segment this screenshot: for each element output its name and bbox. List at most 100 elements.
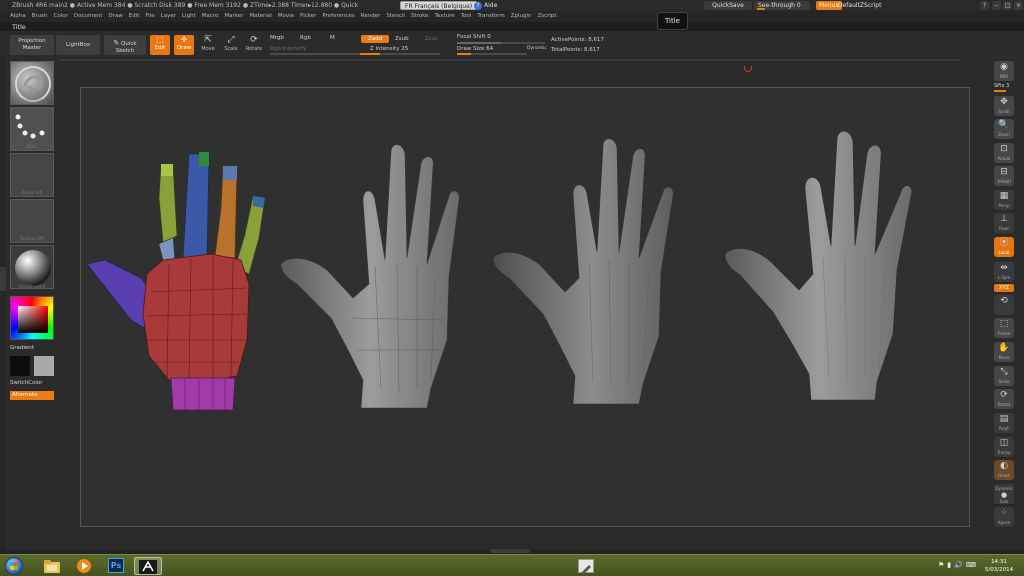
left-tray-scroll-knob[interactable] <box>0 267 6 291</box>
close-button[interactable]: × <box>1014 1 1023 10</box>
minimize-button[interactable]: – <box>992 1 1001 10</box>
menu-edit[interactable]: Edit <box>129 11 140 22</box>
canvas[interactable] <box>80 87 970 527</box>
lightbox-button[interactable]: LightBox <box>56 35 100 55</box>
menu-stencil[interactable]: Stencil <box>386 11 405 22</box>
menu-draw[interactable]: Draw <box>108 11 122 22</box>
volume-icon[interactable]: 🔊 <box>954 561 966 569</box>
maximize-button[interactable]: □ <box>1003 1 1012 10</box>
zcut-button[interactable]: Zcut <box>425 36 437 42</box>
menu-stroke[interactable]: Stroke <box>411 11 429 22</box>
edit-button[interactable]: ⬚ Edit <box>150 35 170 55</box>
dynamic-toggle[interactable]: Dynamic <box>527 46 547 51</box>
projection-master-button[interactable]: Projection Master <box>10 35 54 55</box>
z-intensity-track[interactable] <box>360 53 440 55</box>
frame-button[interactable]: ⬚ Frame <box>994 318 1014 338</box>
z-intensity-slider[interactable]: Z Intensity 25 <box>370 46 408 52</box>
menu-picker[interactable]: Picker <box>300 11 316 22</box>
menu-render[interactable]: Render <box>361 11 381 22</box>
draw-size-slider[interactable]: Draw Size 64 <box>457 46 493 52</box>
system-tray-icons[interactable]: ⚑▮🔊⌨ <box>938 561 979 569</box>
help-small-button[interactable]: ? <box>980 1 989 10</box>
floor-button[interactable]: ⊥ Floor <box>994 213 1014 233</box>
rotate-axis-button[interactable]: ⟲ <box>994 295 1014 315</box>
taskbar-photoshop[interactable]: Ps <box>102 557 130 575</box>
zadd-button[interactable]: Zadd <box>361 35 389 43</box>
switch-color-button[interactable]: SwitchColor <box>10 380 43 386</box>
actual-button[interactable]: ⊡ Actual <box>994 143 1014 163</box>
bpr-button[interactable]: ◉ BPR <box>994 61 1014 81</box>
menu-brush[interactable]: Brush <box>32 11 48 22</box>
lsym-button[interactable]: ⇹ L.Sym <box>994 262 1014 282</box>
taskbar-media-player[interactable] <box>70 557 98 575</box>
zsub-button[interactable]: Zsub <box>395 36 409 42</box>
draw-button[interactable]: ✛ Draw <box>174 35 194 55</box>
menu-transform[interactable]: Transform <box>477 11 504 22</box>
spix-slider[interactable]: SPix 3 <box>994 83 1018 92</box>
rgb-button[interactable]: Rgb <box>300 35 311 41</box>
color-picker-square[interactable] <box>18 306 48 333</box>
ghost-button[interactable]: ◐ Ghost <box>994 460 1014 480</box>
see-through-slider[interactable]: See-through 0 <box>754 1 810 10</box>
m-button[interactable]: M <box>330 35 335 41</box>
menu-file[interactable]: File <box>145 11 154 22</box>
quicksave-button[interactable]: QuickSave <box>704 1 752 10</box>
quick-sketch-button[interactable]: ✎ Quick Sketch <box>104 35 146 55</box>
menu-macro[interactable]: Macro <box>202 11 219 22</box>
scale-button[interactable]: ⤢ Scale <box>220 34 242 56</box>
rgb-intensity-track[interactable] <box>270 53 360 55</box>
menu-marker[interactable]: Marker <box>224 11 243 22</box>
xyz-button[interactable]: XYZ <box>994 284 1014 292</box>
menu-layer[interactable]: Layer <box>161 11 176 22</box>
local-button[interactable]: ⦿ Local <box>994 237 1014 257</box>
menu-movie[interactable]: Movie <box>278 11 294 22</box>
aahalf-button[interactable]: ⊟ AAHalf <box>994 166 1014 186</box>
menu-preferences[interactable]: Preferences <box>322 11 354 22</box>
persp-button[interactable]: ▦ Persp <box>994 190 1014 210</box>
secondary-color-swatch[interactable] <box>34 356 54 376</box>
draw-size-track[interactable] <box>457 53 527 55</box>
clock[interactable]: 14:31 5/03/2014 <box>980 558 1018 574</box>
zoom-button[interactable]: 🔍 Zoom <box>994 119 1014 139</box>
rotate-button[interactable]: ⟳ Rotate <box>243 34 265 56</box>
focal-shift-slider[interactable]: Focal Shift 0 <box>457 34 491 40</box>
polyf-button[interactable]: ▤ PolyF <box>994 413 1014 433</box>
pen-input-icon[interactable] <box>578 559 594 575</box>
rgb-intensity-slider[interactable]: Rgb Intensity <box>270 46 307 52</box>
mrgb-button[interactable]: Mrgb <box>270 35 284 41</box>
language-indicator[interactable]: FR Français (Belgique) <box>400 1 478 10</box>
taskbar-zbrush[interactable] <box>134 557 162 575</box>
gradient-toggle[interactable]: Gradient <box>10 345 34 351</box>
flag-icon[interactable]: ⚑ <box>938 561 947 569</box>
menu-zscript[interactable]: Zscript <box>537 11 556 22</box>
default-zscript-button[interactable]: DefaultZScript <box>838 1 881 10</box>
canvas-top-scrollbar[interactable] <box>60 59 960 61</box>
material-thumbnail[interactable] <box>10 245 54 289</box>
alternate-button[interactable]: Alternate <box>10 391 54 400</box>
taskbar-explorer[interactable] <box>38 557 66 575</box>
move-view-button[interactable]: ✋ Move <box>994 342 1014 362</box>
bottom-tray-handle[interactable] <box>490 549 530 553</box>
menu-tool[interactable]: Tool <box>461 11 472 22</box>
menu-color[interactable]: Color <box>54 11 68 22</box>
solo-button[interactable]: Dynamic ● Solo <box>994 484 1014 504</box>
transp-button[interactable]: ◫ Transp <box>994 437 1014 457</box>
language-tray-icon[interactable]: ⌨ <box>966 561 979 569</box>
xpose-button[interactable]: ⁘ Xpose <box>994 507 1014 527</box>
menu-texture[interactable]: Texture <box>435 11 455 22</box>
help-button[interactable]: ? Aide <box>474 1 497 10</box>
color-picker[interactable] <box>10 296 54 340</box>
rotate-view-button[interactable]: ⟳ Rotate <box>994 389 1014 409</box>
start-button[interactable] <box>2 556 26 576</box>
menu-light[interactable]: Light <box>182 11 196 22</box>
main-color-swatch[interactable] <box>10 356 30 376</box>
menu-document[interactable]: Document <box>74 11 103 22</box>
move-button[interactable]: ⇱ Move <box>197 34 219 56</box>
menu-material[interactable]: Material <box>249 11 271 22</box>
left-tray-scrollbar[interactable] <box>0 57 6 554</box>
menu-zplugin[interactable]: Zplugin <box>511 11 532 22</box>
scroll-button[interactable]: ✥ Scroll <box>994 96 1014 116</box>
menu-alpha[interactable]: Alpha <box>10 11 26 22</box>
scale-view-button[interactable]: ⤡ Scale <box>994 366 1014 386</box>
focal-shift-track[interactable] <box>457 42 545 44</box>
